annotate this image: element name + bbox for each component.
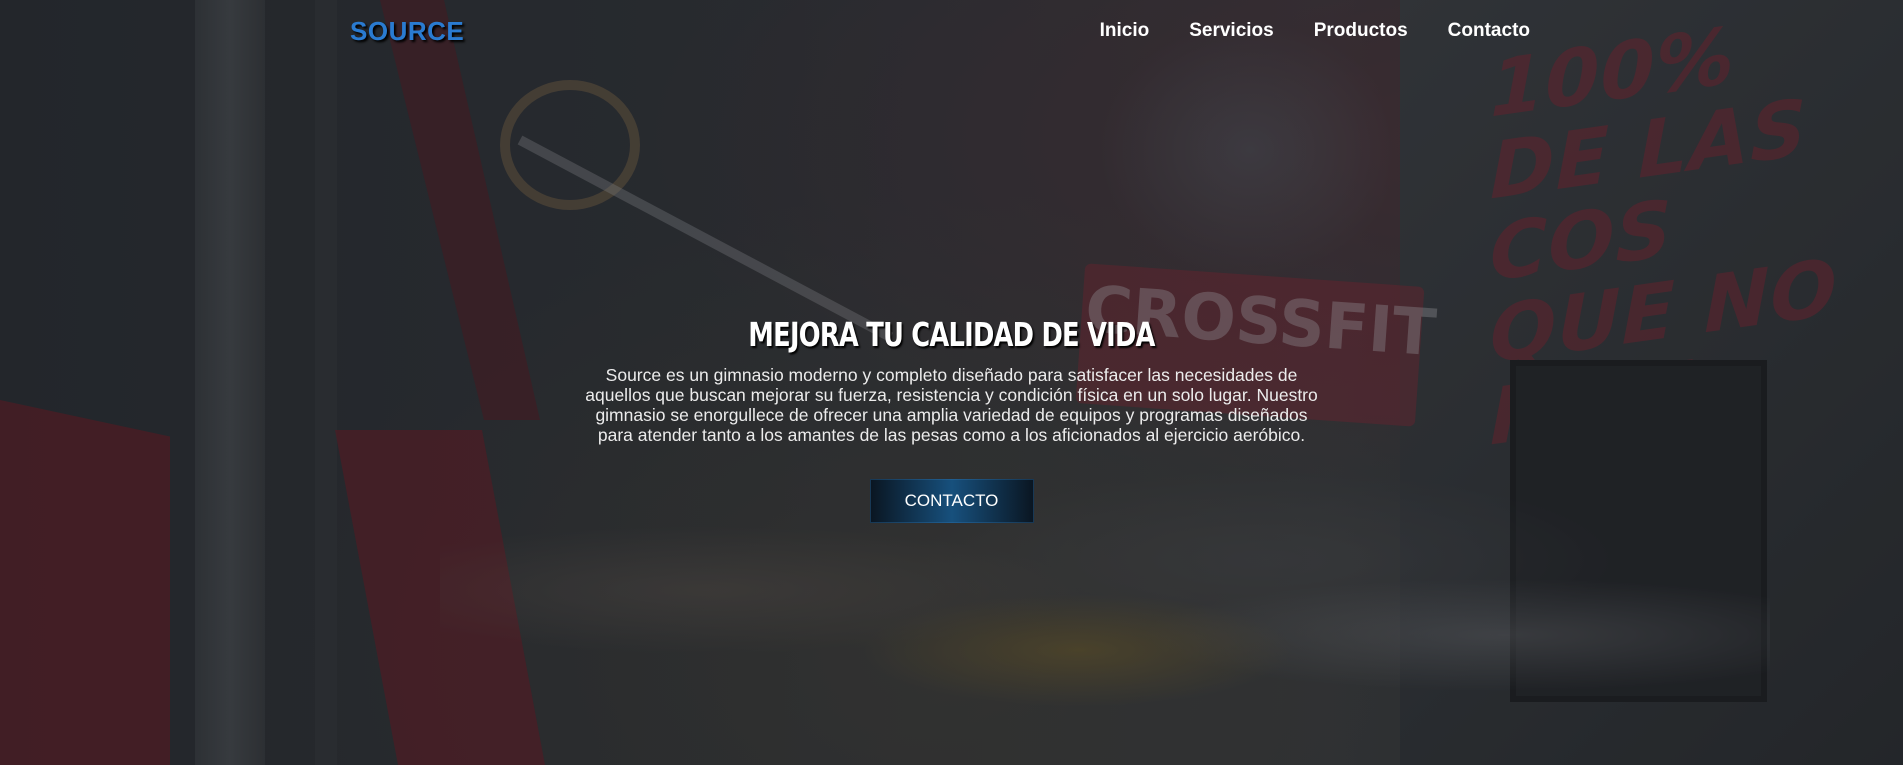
hero-description-line: para atender tanto a los amantes de las … — [597, 425, 1306, 445]
main-nav: Inicio Servicios Productos Contacto — [1100, 20, 1530, 42]
nav-link-servicios[interactable]: Servicios — [1189, 20, 1274, 42]
hero-description-line: aquellos que buscan mejorar su fuerza, r… — [585, 385, 1318, 405]
hero-description-line: Source es un gimnasio moderno y completo… — [605, 365, 1298, 385]
nav-link-contacto[interactable]: Contacto — [1448, 20, 1530, 42]
hero-description-line: gimnasio se enorgullece de ofrecer una a… — [595, 405, 1308, 425]
logo-link[interactable]: SOURCE — [350, 16, 464, 47]
hero-headline: MEJORA TU CALIDAD DE VIDA — [748, 315, 1155, 354]
nav-link-inicio[interactable]: Inicio — [1100, 20, 1150, 42]
site-header: SOURCE Inicio Servicios Productos Contac… — [0, 0, 1903, 62]
hero-content: MEJORA TU CALIDAD DE VIDA Source es un g… — [0, 315, 1903, 523]
hero-description: Source es un gimnasio moderno y completo… — [552, 365, 1352, 445]
contact-button[interactable]: CONTACTO — [869, 479, 1034, 523]
nav-link-productos[interactable]: Productos — [1314, 20, 1408, 42]
